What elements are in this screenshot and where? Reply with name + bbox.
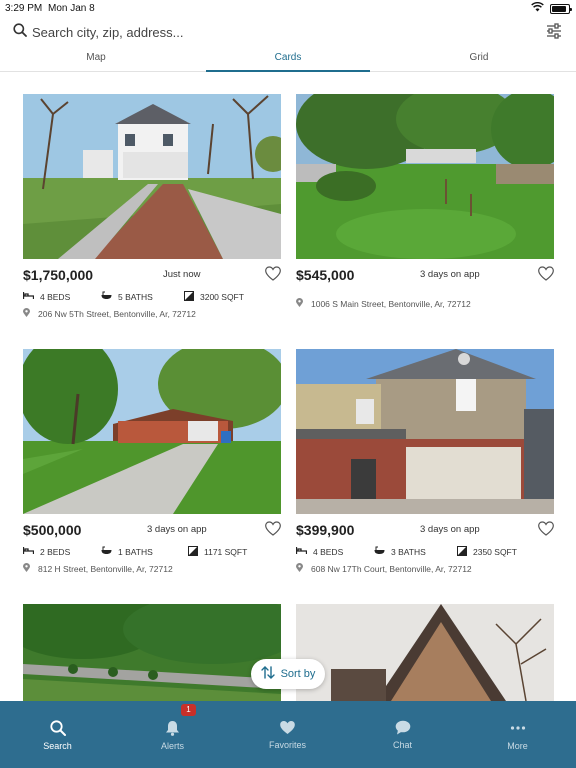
bed-icon [295, 546, 308, 557]
status-bar: 3:29 PM Mon Jan 8 [0, 0, 576, 16]
listing-sqft: 3200 SQFT [200, 292, 244, 302]
active-tab-indicator [206, 70, 370, 72]
area-icon [188, 546, 198, 558]
listing-posted: 3 days on app [420, 269, 480, 280]
tab-map[interactable]: Map [10, 52, 182, 72]
filter-sliders-icon[interactable] [546, 23, 562, 44]
nav-chat[interactable]: Chat [345, 701, 460, 768]
status-time: 3:29 PM [5, 3, 43, 14]
listing-sqft: 1171 SQFT [204, 547, 248, 557]
listing-price: $500,000 [23, 522, 82, 538]
area-icon [457, 546, 467, 558]
listing-card[interactable] [296, 604, 554, 701]
listing-baths: 3 BATHS [391, 546, 426, 557]
listing-baths: 5 BATHS [118, 291, 153, 302]
nav-more[interactable]: More [460, 701, 575, 768]
view-tabs: Map Cards Grid [0, 50, 576, 72]
bottom-navigation: Search 1 Alerts Favorites Chat More [0, 701, 576, 768]
listing-posted: 3 days on app [147, 524, 207, 535]
tab-grid[interactable]: Grid [394, 52, 564, 72]
listing-card[interactable]: $545,000 3 days on app 1006 S Main Stree… [296, 94, 554, 309]
listing-baths: 1 BATHS [118, 546, 153, 557]
more-dots-icon [510, 720, 526, 741]
listing-address: 608 Nw 17Th Court, Bentonville, Ar, 7271… [311, 563, 472, 574]
listing-posted: Just now [163, 269, 201, 280]
location-pin-icon [23, 308, 30, 319]
favorite-heart-icon[interactable] [265, 521, 281, 541]
listing-address: 206 Nw 5Th Street, Bentonville, Ar, 7271… [38, 308, 196, 319]
nav-alerts-label: Alerts [160, 741, 184, 751]
listing-address-row: 812 H Street, Bentonville, Ar, 72712 [23, 563, 173, 574]
alerts-count-badge: 1 [181, 704, 196, 716]
search-icon [13, 23, 27, 42]
location-pin-icon [296, 563, 303, 574]
listing-address: 812 H Street, Bentonville, Ar, 72712 [38, 563, 173, 574]
listing-beds: 4 BEDS [313, 546, 344, 557]
search-bar [0, 20, 576, 44]
bell-icon [165, 720, 180, 741]
status-date: Mon Jan 8 [48, 3, 95, 14]
listing-photo[interactable] [296, 349, 554, 514]
listing-photo[interactable] [23, 349, 281, 514]
area-icon [184, 291, 194, 303]
listing-photo[interactable] [23, 94, 281, 259]
listing-photo[interactable] [296, 94, 554, 259]
sort-arrows-icon [260, 666, 275, 682]
bed-icon [22, 546, 35, 557]
listing-facts: 4 BEDS 5 BATHS 3200 SQFT [22, 291, 281, 303]
bathtub-icon [101, 546, 112, 557]
listing-posted: 3 days on app [420, 524, 480, 535]
location-pin-icon [296, 298, 303, 309]
search-input[interactable] [32, 22, 512, 42]
listing-price: $1,750,000 [23, 267, 94, 283]
favorite-heart-icon[interactable] [538, 521, 554, 541]
bathtub-icon [101, 291, 112, 302]
bathtub-icon [374, 546, 385, 557]
listing-card[interactable]: $500,000 3 days on app 2 BEDS 1 BATHS 11… [22, 349, 281, 574]
sort-by-button[interactable]: Sort by [251, 659, 325, 689]
nav-search-label: Search [43, 741, 72, 751]
listing-card[interactable] [23, 604, 281, 701]
sort-by-label: Sort by [280, 668, 316, 680]
bed-icon [22, 291, 35, 302]
listing-photo[interactable] [296, 604, 554, 701]
nav-more-label: More [507, 741, 528, 751]
battery-icon [550, 3, 572, 14]
listing-address-row: 608 Nw 17Th Court, Bentonville, Ar, 7271… [296, 563, 472, 574]
tab-cards[interactable]: Cards [206, 52, 370, 72]
listing-facts: 2 BEDS 1 BATHS 1171 SQFT [22, 546, 281, 558]
search-icon [49, 720, 66, 741]
listing-facts: 4 BEDS 3 BATHS 2350 SQFT [295, 546, 554, 558]
listing-beds: 2 BEDS [40, 546, 71, 557]
listing-price: $399,900 [296, 522, 355, 538]
listing-card[interactable]: $399,900 3 days on app 4 BEDS 3 BATHS 23… [295, 349, 554, 574]
nav-search[interactable]: Search [0, 701, 115, 768]
listing-price: $545,000 [296, 267, 355, 283]
listing-address-row: 206 Nw 5Th Street, Bentonville, Ar, 7271… [23, 308, 196, 319]
listing-sqft: 2350 SQFT [473, 547, 517, 557]
heart-icon [279, 720, 296, 740]
wifi-icon [531, 1, 544, 15]
nav-alerts[interactable]: 1 Alerts [115, 701, 230, 768]
listing-address-row: 1006 S Main Street, Bentonville, Ar, 727… [296, 298, 471, 309]
nav-favorites-label: Favorites [268, 740, 306, 750]
chat-bubble-icon [395, 720, 411, 740]
listing-beds: 4 BEDS [40, 291, 71, 302]
listing-photo[interactable] [23, 604, 281, 701]
favorite-heart-icon[interactable] [265, 266, 281, 286]
listing-card[interactable]: $1,750,000 Just now 4 BEDS 5 BATHS 3200 … [22, 94, 281, 319]
nav-chat-label: Chat [392, 740, 412, 750]
favorite-heart-icon[interactable] [538, 266, 554, 286]
location-pin-icon [23, 563, 30, 574]
listing-address: 1006 S Main Street, Bentonville, Ar, 727… [311, 298, 471, 309]
nav-favorites[interactable]: Favorites [230, 701, 345, 768]
